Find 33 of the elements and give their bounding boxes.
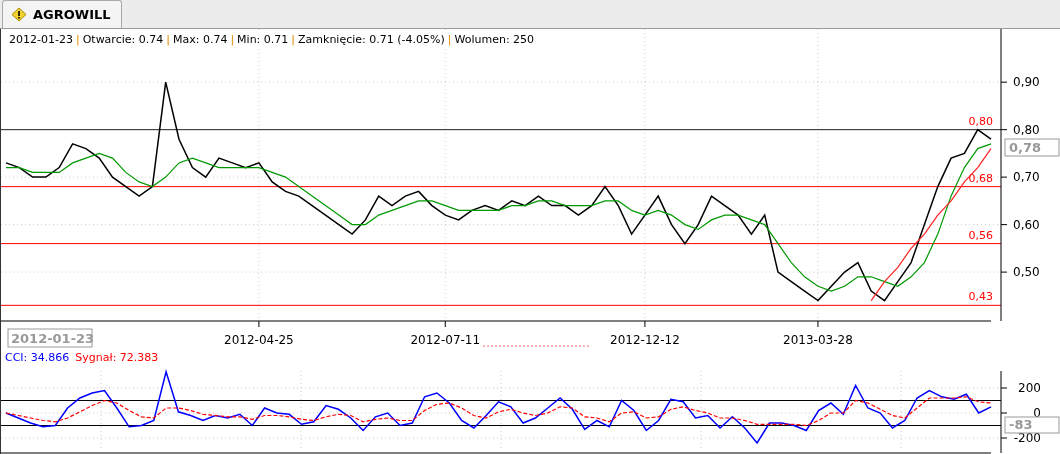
chart-tab[interactable]: AGROWILL	[2, 0, 122, 28]
quote-value: Wolumen: 250	[454, 33, 535, 46]
quote-value: Min: 0.71	[237, 33, 289, 46]
quote-value: Otwarcie: 0.74	[82, 33, 164, 46]
level-label: 0,43	[968, 290, 993, 304]
quote-value: Zamknięcie: 0.71 (-4.05%)	[298, 33, 445, 46]
separator: |	[447, 33, 452, 46]
level-label: 0,68	[968, 171, 993, 185]
quote-value: 2012-01-23	[9, 33, 73, 46]
date-marker: 2012-01-23	[7, 328, 95, 348]
separator: |	[230, 33, 235, 46]
axis-label: 2012-04-25	[224, 333, 294, 347]
quote-value: Max: 0.74	[172, 33, 228, 46]
separator: |	[75, 33, 80, 46]
separator: |	[291, 33, 296, 46]
legend-value: Sygnał: 72.383	[75, 351, 159, 364]
level-label: 0,56	[968, 228, 993, 242]
axis-label: 0,50	[1013, 265, 1040, 280]
axis-label: 0,80	[1013, 122, 1040, 137]
axis-label: -200	[1013, 431, 1041, 445]
axis-label: 2012-12-12	[610, 333, 680, 347]
value-marker: -83	[1004, 416, 1060, 434]
axis-label: 2012-07-11	[410, 333, 481, 347]
axis-label: 0,90	[1013, 75, 1040, 90]
legend-value: CCI: 34.866	[5, 351, 70, 364]
axis-label: 0,60	[1013, 217, 1040, 232]
axis-label: 2013-03-28	[783, 333, 853, 347]
separator: |	[166, 33, 170, 46]
level-label: 0,80	[968, 114, 993, 128]
axis-label: 0,70	[1013, 170, 1040, 185]
value-marker: 0,78	[1004, 138, 1060, 157]
axis-label: 200	[1018, 381, 1041, 395]
warning-icon	[11, 7, 27, 22]
